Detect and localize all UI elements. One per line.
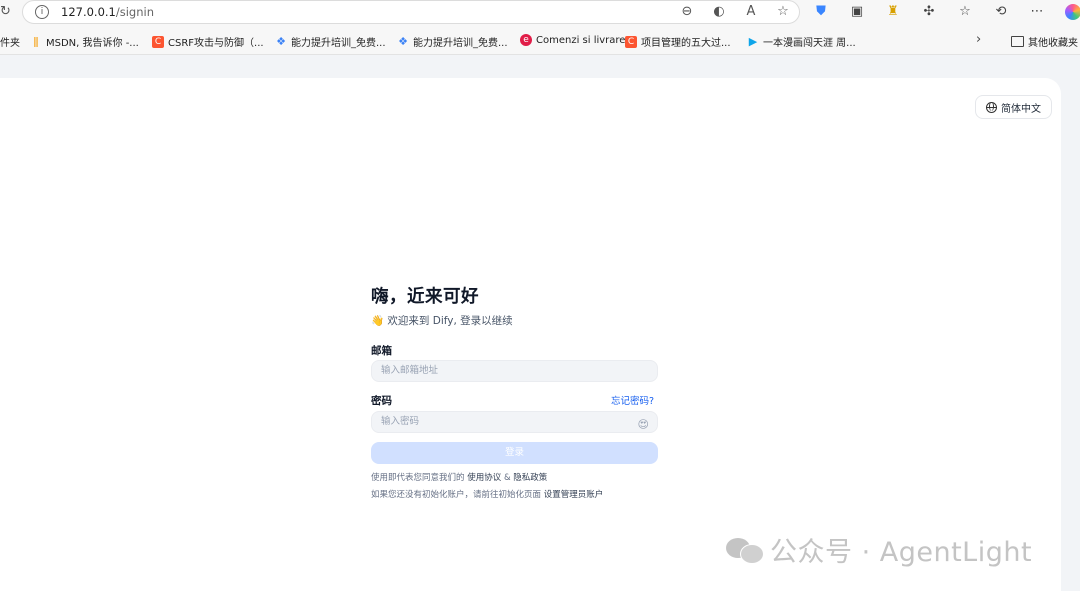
favorite-star-icon[interactable]: ☆ <box>775 4 791 19</box>
extensions-puzzle-icon[interactable]: ✣ <box>920 4 938 24</box>
csdn-icon: C <box>625 35 637 48</box>
read-aloud-icon[interactable]: A <box>743 4 759 19</box>
play-icon: ▶ <box>748 34 758 48</box>
puzzle-icon: ❖ <box>398 34 408 48</box>
page-subtitle: 👋 欢迎来到 Dify, 登录以继续 <box>371 315 513 327</box>
bookmarks-bar: 件夹 ǁ MSDN, 我告诉你 -... C CSRF攻击与防御（... ❖ 能力提升… <box>0 26 1080 55</box>
url-text[interactable]: 127.0.0.1/signin <box>61 5 154 19</box>
bookmark-folder[interactable]: 件夹 <box>0 34 20 49</box>
page-title: 嗨，近来可好 <box>371 287 479 307</box>
game-extension-icon[interactable]: ▣ <box>848 4 866 24</box>
csdn-icon: C <box>152 35 164 48</box>
signin-button[interactable]: 登录 <box>371 442 658 464</box>
more-menu-icon[interactable]: ⋯ <box>1028 4 1046 24</box>
chevron-right-icon[interactable]: › <box>976 32 981 47</box>
page-card <box>0 78 1061 591</box>
copilot-icon[interactable] <box>1064 4 1080 24</box>
folder-icon <box>1011 36 1024 47</box>
site-info-icon[interactable]: i <box>35 5 49 19</box>
bookmark-csrf[interactable]: C CSRF攻击与防御（... <box>152 34 264 49</box>
bookmark-project-mgmt[interactable]: C 项目管理的五大过... <box>625 34 731 49</box>
globe-icon <box>986 101 997 113</box>
bookmark-other-folder[interactable]: 其他收藏夹 <box>1011 34 1078 49</box>
msdn-icon: ǁ <box>33 34 39 48</box>
terms-link[interactable]: 使用协议 <box>467 473 501 483</box>
e-icon: e <box>520 34 532 46</box>
privacy-link[interactable]: 隐私政策 <box>513 473 547 483</box>
edge-extension-icon[interactable]: ◐ <box>711 4 727 19</box>
email-label: 邮箱 <box>371 345 392 357</box>
reload-icon[interactable]: ↻ <box>0 4 11 19</box>
password-field[interactable]: 输入密码 😍 <box>371 411 658 433</box>
init-text: 如果您还没有初始化账户，请前往初始化页面 设置管理员账户 <box>371 490 604 500</box>
shield-extension-icon[interactable]: ⛊ <box>812 4 830 24</box>
password-placeholder: 输入密码 <box>381 416 420 427</box>
bookmark-comic[interactable]: ▶ 一本漫画闯天涯 周... <box>747 34 856 49</box>
bookmark-msdn[interactable]: ǁ MSDN, 我告诉你 -... <box>30 34 139 49</box>
zoom-icon[interactable]: ⊖ <box>679 4 695 19</box>
bookmark-comenzi[interactable]: e Comenzi si livrare <box>520 34 625 46</box>
password-label: 密码 <box>371 395 392 407</box>
signin-form: 嗨，近来可好 👋 欢迎来到 Dify, 登录以继续 邮箱 输入邮箱地址 密码 忘… <box>371 283 658 500</box>
language-selector[interactable]: 简体中文 <box>975 95 1052 119</box>
address-bar[interactable]: i 127.0.0.1/signin ⊖ ◐ A ☆ <box>22 0 800 24</box>
terms-text: 使用即代表您同意我们的 使用协议 & 隐私政策 <box>371 473 548 483</box>
show-password-icon[interactable]: 😍 <box>638 415 649 435</box>
puzzle-icon: ❖ <box>276 34 286 48</box>
favorites-list-icon[interactable]: ☆ <box>956 4 974 24</box>
setup-admin-link[interactable]: 设置管理员账户 <box>544 490 604 500</box>
bookmark-training-1[interactable]: ❖ 能力提升培训_免费... <box>275 34 385 49</box>
browser-toolbar: ↻ i 127.0.0.1/signin ⊖ ◐ A ☆ ⛊ ▣ ♜ ✣ ☆ ⟲… <box>0 0 1080 26</box>
history-icon[interactable]: ⟲ <box>992 4 1010 24</box>
email-placeholder: 输入邮箱地址 <box>381 365 439 376</box>
email-field[interactable]: 输入邮箱地址 <box>371 360 658 382</box>
key-extension-icon[interactable]: ♜ <box>884 4 902 24</box>
forgot-password-link[interactable]: 忘记密码? <box>611 393 654 407</box>
wechat-icon <box>726 536 764 564</box>
bookmark-training-2[interactable]: ❖ 能力提升培训_免费... <box>397 34 507 49</box>
watermark: 公众号 · AgentLight <box>726 530 1032 569</box>
